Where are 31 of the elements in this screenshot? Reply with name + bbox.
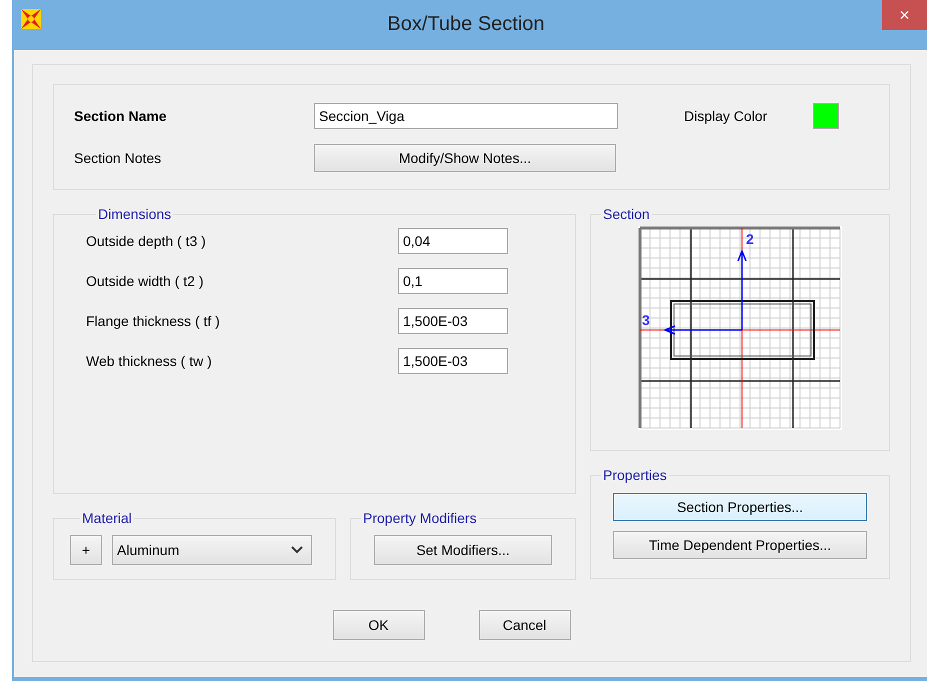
cancel-button[interactable]: Cancel: [478, 610, 570, 640]
window-title: Box/Tube Section: [386, 12, 546, 36]
section-name-field[interactable]: Seccion_Viga: [314, 103, 618, 129]
field-label: Display Color: [684, 108, 768, 124]
field-label: Web thickness ( tw ): [86, 353, 213, 369]
modifiers-button[interactable]: Set Modifiers...: [374, 534, 552, 564]
field-label: Section Notes: [74, 150, 162, 166]
properties-button[interactable]: Section Properties...: [613, 493, 867, 521]
field-label: Outside width ( t2 ): [86, 273, 204, 289]
material-dropdown[interactable]: Aluminum: [112, 534, 312, 564]
input-field[interactable]: 1,500E-03: [398, 308, 508, 334]
input-field[interactable]: 0,04: [398, 228, 508, 254]
notes-button[interactable]: Modify/Show Notes...: [314, 144, 616, 172]
color-swatch[interactable]: [813, 103, 840, 129]
app-icon: [20, 8, 42, 30]
field-label: Flange thickness ( tf ): [86, 313, 221, 329]
field-label: Section Name: [74, 108, 168, 124]
add-button[interactable]: +: [70, 534, 102, 564]
input-field[interactable]: 0,1: [398, 268, 508, 294]
properties-button[interactable]: Time Dependent Properties...: [613, 531, 867, 559]
group-label: Material: [81, 510, 133, 526]
group-label: Dimensions: [97, 206, 172, 222]
group-label: Properties: [602, 467, 668, 483]
section-drawing: 2 3: [638, 226, 842, 430]
field-label: Outside depth ( t3 ): [86, 233, 207, 249]
group-label: Section: [602, 206, 651, 222]
group-label: Property Modifiers: [362, 510, 478, 526]
ok-button[interactable]: OK: [332, 610, 424, 640]
chevron-down-icon: [291, 546, 303, 554]
close-button[interactable]: ×: [882, 0, 927, 30]
input-field[interactable]: 1,500E-03: [398, 348, 508, 374]
